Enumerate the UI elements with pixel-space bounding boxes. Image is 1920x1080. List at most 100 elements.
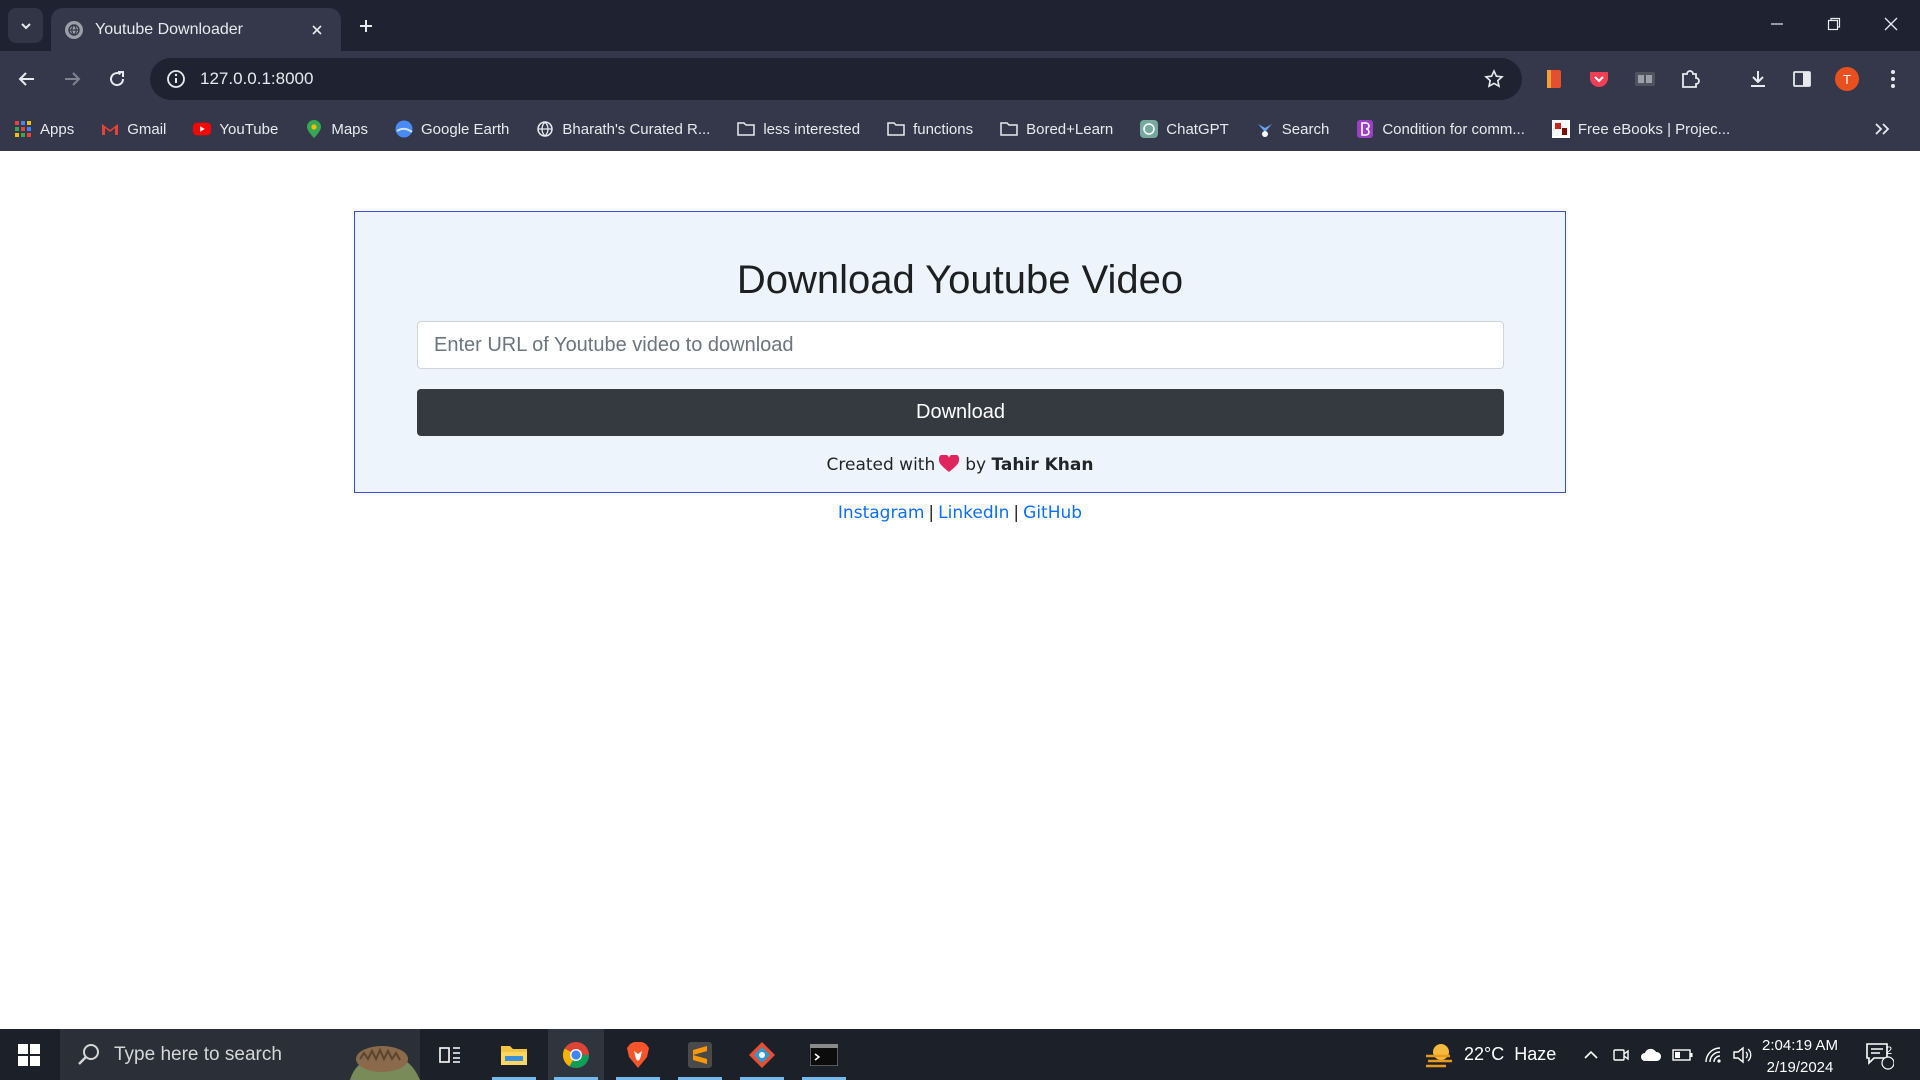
created-with-text: Created with	[826, 455, 936, 475]
bookmark-maps[interactable]: Maps	[305, 120, 368, 138]
address-bar[interactable]: 127.0.0.1:8000	[150, 58, 1522, 100]
side-panel-icon[interactable]	[1784, 61, 1820, 97]
weather-description: Haze	[1514, 1044, 1557, 1064]
author-name: Tahir Khan	[991, 455, 1094, 475]
restore-button[interactable]	[1805, 0, 1863, 48]
bookmark-extension-icon[interactable]	[1536, 61, 1572, 97]
plus-icon	[360, 20, 372, 32]
taskbar-clock[interactable]: 2:04:19 AM 2/19/2024	[1760, 1035, 1840, 1079]
globe-icon	[536, 120, 554, 138]
search-placeholder: Type here to search	[114, 1043, 282, 1065]
bookmark-folder-functions[interactable]: functions	[887, 120, 973, 138]
start-button[interactable]	[0, 1029, 58, 1080]
reader-extension-icon[interactable]	[1627, 61, 1663, 97]
windows-logo-icon	[18, 1043, 40, 1066]
folder-icon	[887, 120, 905, 138]
video-url-input[interactable]	[417, 321, 1504, 369]
taskbar-search[interactable]: Type here to search	[60, 1029, 420, 1080]
bookmark-label: Free eBooks | Projec...	[1577, 120, 1731, 138]
new-tab-button[interactable]	[352, 12, 380, 40]
notification-count: 2	[1885, 1045, 1893, 1057]
taskbar-sublime[interactable]	[672, 1029, 728, 1080]
bookmark-free-ebooks[interactable]: Free eBooks | Projec...	[1551, 120, 1731, 138]
profile-avatar[interactable]: T	[1835, 67, 1859, 91]
volume-icon[interactable]	[1732, 1046, 1754, 1064]
close-tab-icon[interactable]	[307, 20, 327, 40]
bookmark-label: Maps	[331, 120, 369, 138]
kebab-menu-icon[interactable]	[1875, 61, 1911, 97]
forward-button[interactable]	[54, 61, 90, 97]
folder-icon	[737, 120, 756, 138]
download-button[interactable]: Download	[417, 389, 1504, 436]
brave-lion-icon	[627, 1041, 649, 1068]
download-card: Download Youtube Video Download	[354, 211, 1566, 493]
weather-temperature: 22°C	[1464, 1044, 1505, 1064]
windows-taskbar: Type here to search 22°C Haze 2:04:19 AM…	[0, 1029, 1920, 1080]
by-text: by	[965, 455, 987, 475]
site-b-icon	[1356, 120, 1374, 138]
bookmark-star-icon[interactable]	[1474, 58, 1514, 100]
linkedin-link[interactable]: LinkedIn	[938, 503, 1009, 523]
bookmark-chatgpt[interactable]: ChatGPT	[1140, 120, 1229, 138]
chevron-up-icon[interactable]	[1582, 1046, 1600, 1064]
bookmark-condition-for-comm[interactable]: Condition for comm...	[1356, 120, 1525, 138]
task-view-icon	[439, 1046, 460, 1063]
bookmark-gmail[interactable]: Gmail	[101, 120, 166, 138]
weather-widget[interactable]: 22°C Haze	[1424, 1029, 1556, 1080]
bookmark-folder-bored-learn[interactable]: Bored+Learn	[1000, 120, 1113, 138]
page-title: Download Youtube Video	[736, 258, 1184, 302]
site-info-icon[interactable]	[156, 58, 196, 100]
bookmark-label: functions	[913, 120, 974, 138]
browser-titlebar: Youtube Downloader	[0, 0, 1920, 51]
browser-tab[interactable]: Youtube Downloader	[51, 8, 341, 51]
arrow-left-icon	[18, 72, 34, 86]
taskbar-brave[interactable]	[610, 1029, 666, 1080]
haze-sun-icon	[1426, 1043, 1452, 1067]
chevron-double-right-icon[interactable]	[1872, 119, 1892, 139]
bookmark-bharaths-curated[interactable]: Bharath's Curated R...	[536, 120, 710, 138]
separator: |	[1013, 503, 1020, 523]
notification-center[interactable]: 2	[1864, 1029, 1894, 1080]
chatgpt-icon	[1140, 120, 1159, 138]
taskbar-chrome[interactable]	[548, 1029, 604, 1080]
meet-now-icon[interactable]	[1612, 1046, 1630, 1064]
pocket-icon[interactable]	[1581, 61, 1617, 97]
social-links: Instagram | LinkedIn | GitHub	[0, 503, 1920, 523]
downloads-icon[interactable]	[1740, 61, 1776, 97]
system-tray	[1582, 1029, 1754, 1080]
bookmark-label: less interested	[763, 120, 861, 138]
minimize-button[interactable]	[1748, 0, 1806, 48]
terminal-icon	[810, 1043, 838, 1066]
tab-title: Youtube Downloader	[95, 20, 243, 38]
taskbar-task-view[interactable]	[422, 1029, 478, 1080]
gmail-icon	[101, 120, 119, 138]
url-text[interactable]: 127.0.0.1:8000	[200, 69, 1474, 89]
onedrive-cloud-icon[interactable]	[1640, 1047, 1662, 1063]
bookmark-label: Bored+Learn	[1026, 120, 1114, 138]
battery-icon[interactable]	[1672, 1048, 1694, 1062]
apps-grid-icon	[14, 120, 32, 138]
bookmark-search[interactable]: Search	[1256, 120, 1329, 138]
extensions-puzzle-icon[interactable]	[1672, 61, 1708, 97]
arrow-right-icon	[65, 72, 81, 86]
reload-button[interactable]	[99, 61, 135, 97]
bookmark-folder-less-interested[interactable]: less interested	[737, 120, 860, 138]
chevron-down-icon	[20, 22, 31, 29]
taskbar-terminal[interactable]	[796, 1029, 852, 1080]
separator: |	[928, 503, 935, 523]
github-link[interactable]: GitHub	[1023, 503, 1082, 523]
taskbar-git-app[interactable]	[734, 1029, 790, 1080]
restore-icon	[1827, 17, 1841, 31]
bookmark-google-earth[interactable]: Google Earth	[395, 120, 509, 138]
bookmark-youtube[interactable]: YouTube	[193, 120, 278, 138]
instagram-link[interactable]: Instagram	[838, 503, 925, 523]
bookmark-apps[interactable]: Apps	[14, 120, 74, 138]
wifi-icon[interactable]	[1704, 1046, 1724, 1064]
file-explorer-icon	[501, 1045, 527, 1065]
tab-search-button[interactable]	[8, 8, 43, 43]
git-diamond-icon	[749, 1041, 775, 1068]
taskbar-file-explorer[interactable]	[486, 1029, 542, 1080]
close-window-button[interactable]	[1862, 0, 1920, 48]
bookmark-label: Bharath's Curated R...	[562, 120, 711, 138]
back-button[interactable]	[9, 61, 45, 97]
